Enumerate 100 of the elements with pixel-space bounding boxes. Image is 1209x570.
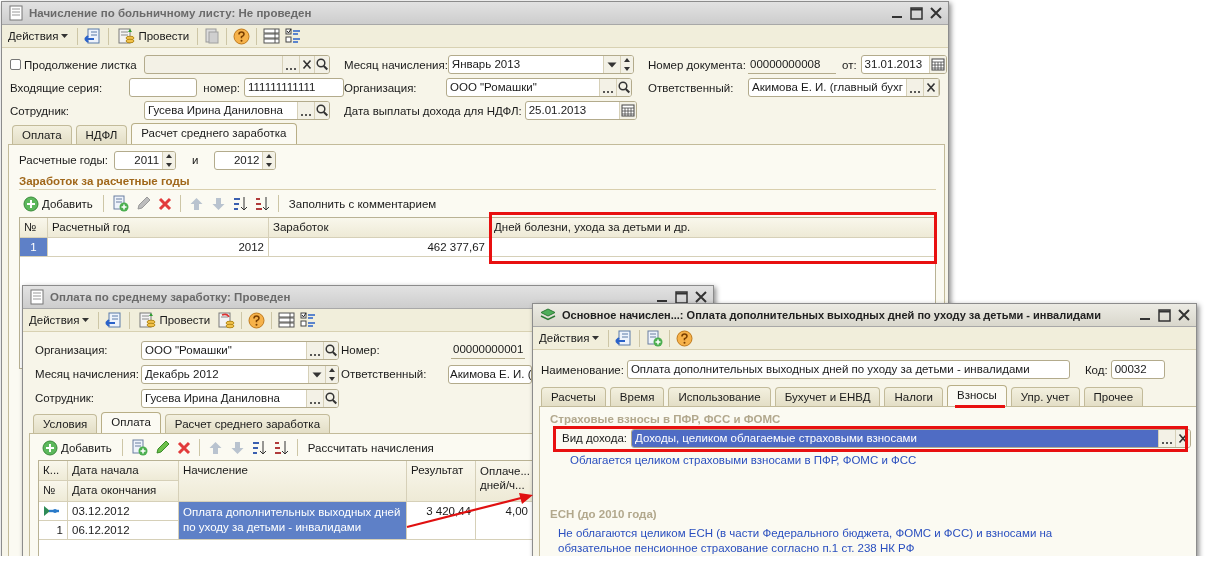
list-icon[interactable] xyxy=(263,28,281,44)
tab[interactable]: Взносы xyxy=(947,385,1007,406)
search-icon[interactable] xyxy=(323,341,338,359)
close-icon[interactable] xyxy=(1178,309,1190,321)
spin-icon[interactable] xyxy=(325,365,338,383)
text-field[interactable] xyxy=(144,55,330,74)
copy-icon[interactable] xyxy=(111,195,129,212)
series-field[interactable] xyxy=(129,78,198,97)
copy-icon[interactable] xyxy=(130,439,148,456)
maximize-icon[interactable] xyxy=(910,6,923,20)
close-icon[interactable] xyxy=(930,7,942,19)
pencil-icon[interactable] xyxy=(135,196,151,211)
document-icon xyxy=(30,289,44,305)
note-text: Облагается целиком страховыми взносами в ПФР, ФОМС и ФСС xyxy=(569,453,918,468)
checklist-icon[interactable] xyxy=(285,28,302,44)
document-coins-icon[interactable] xyxy=(217,311,236,329)
sort-ascending-icon[interactable] xyxy=(251,439,267,456)
tab[interactable]: Прочее xyxy=(1083,387,1144,406)
post-button[interactable]: Провести xyxy=(136,310,213,330)
tab[interactable]: Оплата xyxy=(101,412,161,433)
list-icon[interactable] xyxy=(278,312,296,328)
tab[interactable]: Условия xyxy=(33,414,98,433)
document-coins-icon xyxy=(117,27,136,45)
tab[interactable]: Налоги xyxy=(884,387,943,406)
add-button[interactable]: Добавить xyxy=(21,194,95,213)
ellipsis-icon[interactable] xyxy=(306,389,323,407)
tab[interactable]: Время xyxy=(609,387,665,406)
ellipsis-icon[interactable] xyxy=(297,102,314,119)
ellipsis-icon[interactable] xyxy=(282,56,299,73)
command-button[interactable]: Заполнить с комментарием xyxy=(286,196,439,211)
date-field[interactable]: 25.01.2013 xyxy=(524,101,637,120)
date-field[interactable]: 31.01.2013 xyxy=(860,55,947,74)
month-field[interactable]: Январь 2013 xyxy=(447,55,634,74)
pencil-icon[interactable] xyxy=(154,440,170,455)
tab[interactable]: Бухучет и ЕНВД xyxy=(774,387,881,406)
tab[interactable]: Расчет среднего заработка xyxy=(131,123,297,144)
actions-menu[interactable]: Действия xyxy=(27,313,93,327)
document-icon xyxy=(9,5,23,21)
post-button[interactable]: Провести xyxy=(115,26,192,46)
code-field[interactable]: 00032 xyxy=(1110,360,1165,379)
organization-field[interactable]: ООО "Ромашки" xyxy=(446,78,632,97)
actions-menu[interactable]: Действия xyxy=(537,331,603,345)
name-field[interactable]: Оплата дополнительных выходных дней по уходу за детьми - инвалидами xyxy=(626,360,1070,379)
clear-icon[interactable] xyxy=(299,56,314,73)
dropdown-icon[interactable] xyxy=(308,365,325,383)
checkbox[interactable] xyxy=(10,59,21,70)
table-cell: 462 377,67 xyxy=(269,238,490,257)
delete-icon[interactable] xyxy=(176,440,191,455)
help-icon[interactable] xyxy=(676,329,694,347)
spin-icon[interactable] xyxy=(162,151,176,169)
search-icon[interactable] xyxy=(314,56,329,73)
tab[interactable]: Упр. учет xyxy=(1010,387,1080,406)
sort-descending-icon[interactable] xyxy=(273,439,289,456)
employee-field[interactable]: Гусева Ирина Даниловна xyxy=(144,101,330,120)
column-header: Начисление xyxy=(179,461,407,502)
table-cell: Оплата дополнительных выходных дней по уходу за детьми - инвалидами xyxy=(179,502,407,540)
tab[interactable]: Расчеты xyxy=(541,387,606,406)
organization-field[interactable]: ООО "Ромашки" xyxy=(141,340,339,360)
field-label: и xyxy=(192,154,199,166)
employee-field[interactable]: Гусева Ирина Даниловна xyxy=(141,388,339,408)
tab[interactable]: Использование xyxy=(668,387,771,406)
search-icon[interactable] xyxy=(323,389,338,407)
checklist-icon[interactable] xyxy=(300,312,317,328)
search-icon[interactable] xyxy=(314,102,329,119)
year-field[interactable]: 2011 xyxy=(114,150,177,170)
tab[interactable]: НДФЛ xyxy=(75,125,128,144)
responsible-field[interactable]: Акимова Е. И. ( xyxy=(448,364,532,384)
table-cell: 1 xyxy=(39,521,68,540)
command-button[interactable]: Рассчитать начисления xyxy=(305,440,436,455)
help-icon[interactable] xyxy=(248,311,266,329)
table-cell: 3 420,44 xyxy=(407,502,476,540)
window-title: Начисление по больничному листу: Не проведен xyxy=(29,7,312,19)
year-field[interactable]: 2012 xyxy=(214,150,277,170)
ellipsis-icon[interactable] xyxy=(306,341,323,359)
responsible-field[interactable]: Акимова Е. И. (главный бухг xyxy=(748,78,940,97)
dropdown-icon[interactable] xyxy=(602,56,620,73)
tab[interactable]: Оплата xyxy=(12,125,72,144)
ellipsis-icon[interactable] xyxy=(905,79,923,96)
sort-descending-icon[interactable] xyxy=(254,195,270,212)
field-label: Дата выплаты дохода для НДФЛ: xyxy=(344,104,522,117)
actions-menu[interactable]: Действия xyxy=(6,29,72,43)
sort-ascending-icon[interactable] xyxy=(232,195,248,212)
tab[interactable]: Расчет среднего заработка xyxy=(164,414,331,433)
spin-icon[interactable] xyxy=(262,151,276,169)
maximize-icon[interactable] xyxy=(675,290,688,304)
field-label: Ответственный: xyxy=(341,368,428,380)
caret-icon xyxy=(592,335,601,341)
help-icon[interactable] xyxy=(233,27,251,45)
number-field[interactable]: 111111111111 xyxy=(244,78,344,97)
ellipsis-icon[interactable] xyxy=(1158,429,1176,447)
maximize-icon[interactable] xyxy=(1158,308,1171,322)
close-icon[interactable] xyxy=(695,291,707,303)
month-field[interactable]: Декабрь 2012 xyxy=(141,364,339,384)
search-icon[interactable] xyxy=(616,79,631,96)
calendar-icon[interactable] xyxy=(618,102,636,119)
delete-icon[interactable] xyxy=(157,196,172,211)
field-label: Месяц начисления: xyxy=(35,368,140,380)
add-button[interactable]: Добавить xyxy=(40,438,114,457)
calendar-icon[interactable] xyxy=(928,56,946,73)
ellipsis-icon[interactable] xyxy=(599,79,616,96)
